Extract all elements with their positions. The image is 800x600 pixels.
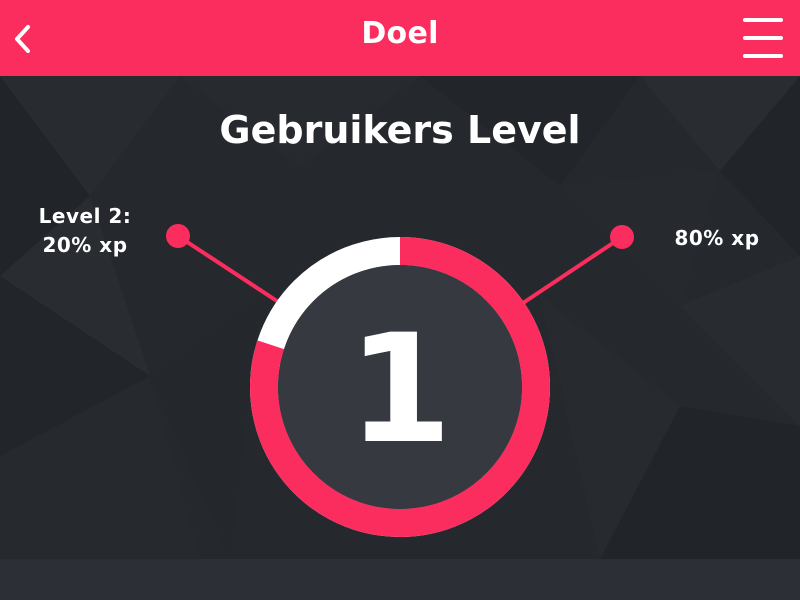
menu-button[interactable]: [740, 16, 786, 60]
right-connector-line: [518, 235, 624, 307]
main-content: Gebruikers Level Level 2: 20% xp 80% xp …: [0, 76, 800, 559]
header-bar: Doel: [0, 0, 800, 76]
left-connector-line: [176, 234, 282, 305]
header-title: Doel: [361, 16, 439, 51]
level-number: 1: [347, 303, 453, 477]
right-connector-dot: [610, 225, 634, 249]
footer-bar: [0, 559, 800, 600]
left-connector-dot: [166, 224, 190, 248]
